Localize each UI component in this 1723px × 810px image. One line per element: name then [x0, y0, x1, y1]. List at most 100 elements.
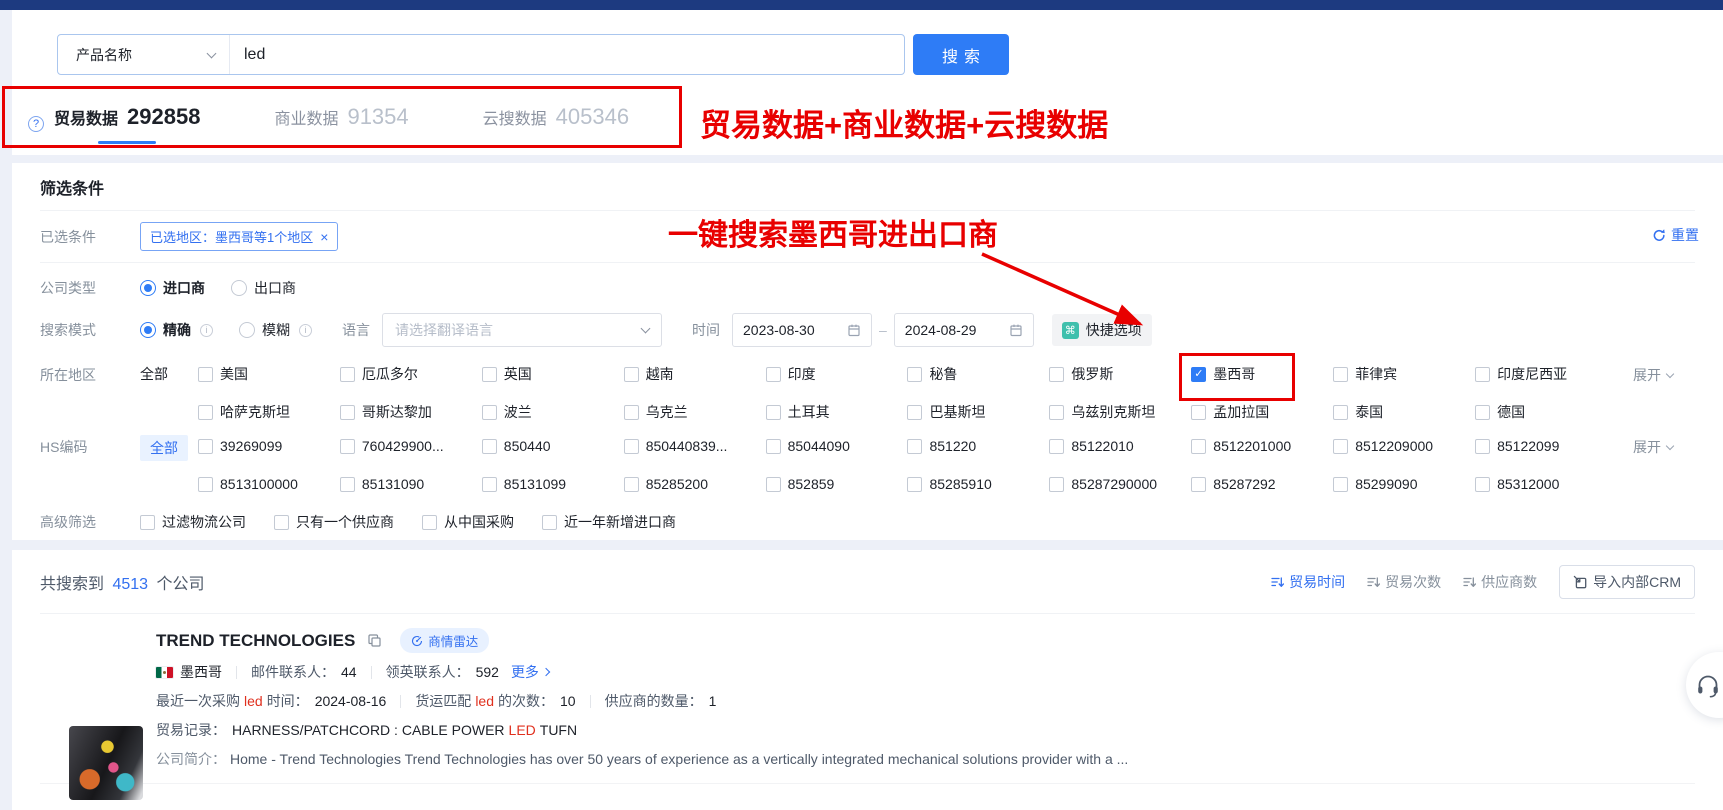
- data-tab[interactable]: 商业数据 91354: [274, 104, 408, 144]
- checkbox-item[interactable]: 85312000: [1475, 473, 1617, 495]
- checkbox-item[interactable]: 从中国采购: [422, 511, 514, 533]
- company-name[interactable]: TREND TECHNOLOGIES: [156, 631, 355, 651]
- checkbox-box-icon[interactable]: [198, 439, 213, 454]
- more-link[interactable]: 更多: [511, 662, 549, 682]
- checkbox-item[interactable]: 秘鲁: [907, 363, 1049, 385]
- checkbox-box-icon[interactable]: [274, 515, 289, 530]
- checkbox-item[interactable]: 乌兹别克斯坦: [1049, 401, 1191, 423]
- checkbox-box-icon[interactable]: [624, 477, 639, 492]
- checkbox-box-icon[interactable]: [198, 477, 213, 492]
- selected-region-tag[interactable]: 已选地区：墨西哥等1个地区 ×: [140, 222, 338, 251]
- checkbox-box-icon[interactable]: [1475, 439, 1490, 454]
- region-expand-button[interactable]: 展开: [1633, 365, 1673, 385]
- sort-button[interactable]: 供应商数: [1463, 572, 1537, 592]
- checkbox-box-icon[interactable]: [1475, 477, 1490, 492]
- checkbox-item[interactable]: 巴基斯坦: [907, 401, 1049, 423]
- checkbox-box-icon[interactable]: [1191, 405, 1206, 420]
- checkbox-item[interactable]: 印度尼西亚: [1475, 363, 1617, 385]
- checkbox-item[interactable]: 85131090: [340, 473, 482, 495]
- quick-options-button[interactable]: ⌘ 快捷选项: [1052, 314, 1152, 346]
- sort-button[interactable]: 贸易次数: [1367, 572, 1441, 592]
- sort-button[interactable]: 贸易时间: [1271, 572, 1345, 592]
- checkbox-box-icon[interactable]: [1049, 439, 1064, 454]
- checkbox-box-icon[interactable]: [624, 439, 639, 454]
- checkbox-item[interactable]: 852859: [766, 473, 908, 495]
- checkbox-item[interactable]: 85131099: [482, 473, 624, 495]
- checkbox-item[interactable]: 德国: [1475, 401, 1617, 423]
- search-category-select[interactable]: 产品名称: [58, 35, 230, 74]
- date-end-input[interactable]: 2024-08-29: [894, 313, 1034, 347]
- checkbox-box-icon[interactable]: [1475, 405, 1490, 420]
- checkbox-box-icon[interactable]: [340, 405, 355, 420]
- checkbox-box-icon[interactable]: [422, 515, 437, 530]
- company-thumbnail[interactable]: [69, 726, 143, 800]
- checkbox-item[interactable]: 泰国: [1333, 401, 1475, 423]
- checkbox-item[interactable]: 英国: [482, 363, 624, 385]
- hs-all-option[interactable]: 全部: [140, 435, 188, 461]
- checkbox-item[interactable]: 墨西哥: [1191, 363, 1333, 385]
- checkbox-box-icon[interactable]: [1191, 477, 1206, 492]
- checkbox-box-icon[interactable]: [1333, 405, 1348, 420]
- radio-option[interactable]: 出口商 i: [231, 278, 296, 298]
- checkbox-item[interactable]: 厄瓜多尔: [340, 363, 482, 385]
- data-tab[interactable]: 云搜数据 405346: [483, 104, 629, 144]
- checkbox-item[interactable]: 过滤物流公司: [140, 511, 246, 533]
- checkbox-box-icon[interactable]: [1333, 439, 1348, 454]
- checkbox-item[interactable]: 85287290000: [1049, 473, 1191, 495]
- checkbox-item[interactable]: 哥斯达黎加: [340, 401, 482, 423]
- checkbox-box-icon[interactable]: [482, 367, 497, 382]
- checkbox-box-icon[interactable]: [1475, 367, 1490, 382]
- checkbox-item[interactable]: 85044090: [766, 435, 908, 457]
- checkbox-box-icon[interactable]: [340, 439, 355, 454]
- copy-icon[interactable]: [367, 633, 382, 648]
- checkbox-box-icon[interactable]: [482, 439, 497, 454]
- radio-option[interactable]: 进口商 i: [140, 278, 205, 298]
- checkbox-box-icon[interactable]: [1049, 367, 1064, 382]
- checkbox-item[interactable]: 俄罗斯: [1049, 363, 1191, 385]
- checkbox-box-icon[interactable]: [907, 439, 922, 454]
- checkbox-item[interactable]: 850440839...: [624, 435, 766, 457]
- checkbox-item[interactable]: 印度: [766, 363, 908, 385]
- checkbox-item[interactable]: 85285200: [624, 473, 766, 495]
- checkbox-item[interactable]: 波兰: [482, 401, 624, 423]
- checkbox-box-icon[interactable]: [766, 439, 781, 454]
- search-input[interactable]: [230, 35, 904, 74]
- checkbox-item[interactable]: 850440: [482, 435, 624, 457]
- checkbox-box-icon[interactable]: [198, 405, 213, 420]
- checkbox-box-icon[interactable]: [624, 405, 639, 420]
- checkbox-item[interactable]: 851220: [907, 435, 1049, 457]
- checkbox-item[interactable]: 孟加拉国: [1191, 401, 1333, 423]
- radio-option[interactable]: 模糊 i: [239, 320, 312, 340]
- checkbox-item[interactable]: 菲律宾: [1333, 363, 1475, 385]
- checkbox-item[interactable]: 85299090: [1333, 473, 1475, 495]
- language-select[interactable]: 请选择翻译语言: [382, 313, 662, 347]
- checkbox-box-icon[interactable]: [482, 405, 497, 420]
- checkbox-item[interactable]: 土耳其: [766, 401, 908, 423]
- checkbox-box-icon[interactable]: [907, 405, 922, 420]
- import-crm-button[interactable]: 导入内部CRM: [1559, 565, 1695, 599]
- checkbox-box-icon[interactable]: [766, 477, 781, 492]
- checkbox-box-icon[interactable]: [907, 477, 922, 492]
- search-button[interactable]: 搜索: [913, 34, 1009, 75]
- checkbox-item[interactable]: 8512201000: [1191, 435, 1333, 457]
- checkbox-item[interactable]: 85122010: [1049, 435, 1191, 457]
- checkbox-box-icon[interactable]: [766, 405, 781, 420]
- checkbox-box-icon[interactable]: [766, 367, 781, 382]
- checkbox-box-icon[interactable]: [1049, 405, 1064, 420]
- reset-button[interactable]: 重置: [1652, 225, 1699, 245]
- radio-option[interactable]: 精确 i: [140, 320, 213, 340]
- checkbox-item[interactable]: 39269099: [198, 435, 340, 457]
- checkbox-box-icon[interactable]: [340, 477, 355, 492]
- checkbox-item[interactable]: 哈萨克斯坦: [198, 401, 340, 423]
- checkbox-box-icon[interactable]: [542, 515, 557, 530]
- remove-tag-icon[interactable]: ×: [320, 230, 328, 244]
- checkbox-box-icon[interactable]: [907, 367, 922, 382]
- region-all-option[interactable]: 全部: [140, 363, 198, 385]
- date-start-input[interactable]: 2023-08-30: [732, 313, 872, 347]
- checkbox-box-icon[interactable]: [340, 367, 355, 382]
- data-tab[interactable]: 贸易数据 292858: [54, 104, 200, 144]
- checkbox-item[interactable]: 近一年新增进口商: [542, 511, 676, 533]
- checkbox-box-icon[interactable]: [1333, 367, 1348, 382]
- checkbox-box-icon[interactable]: [198, 367, 213, 382]
- checkbox-item[interactable]: 美国: [198, 363, 340, 385]
